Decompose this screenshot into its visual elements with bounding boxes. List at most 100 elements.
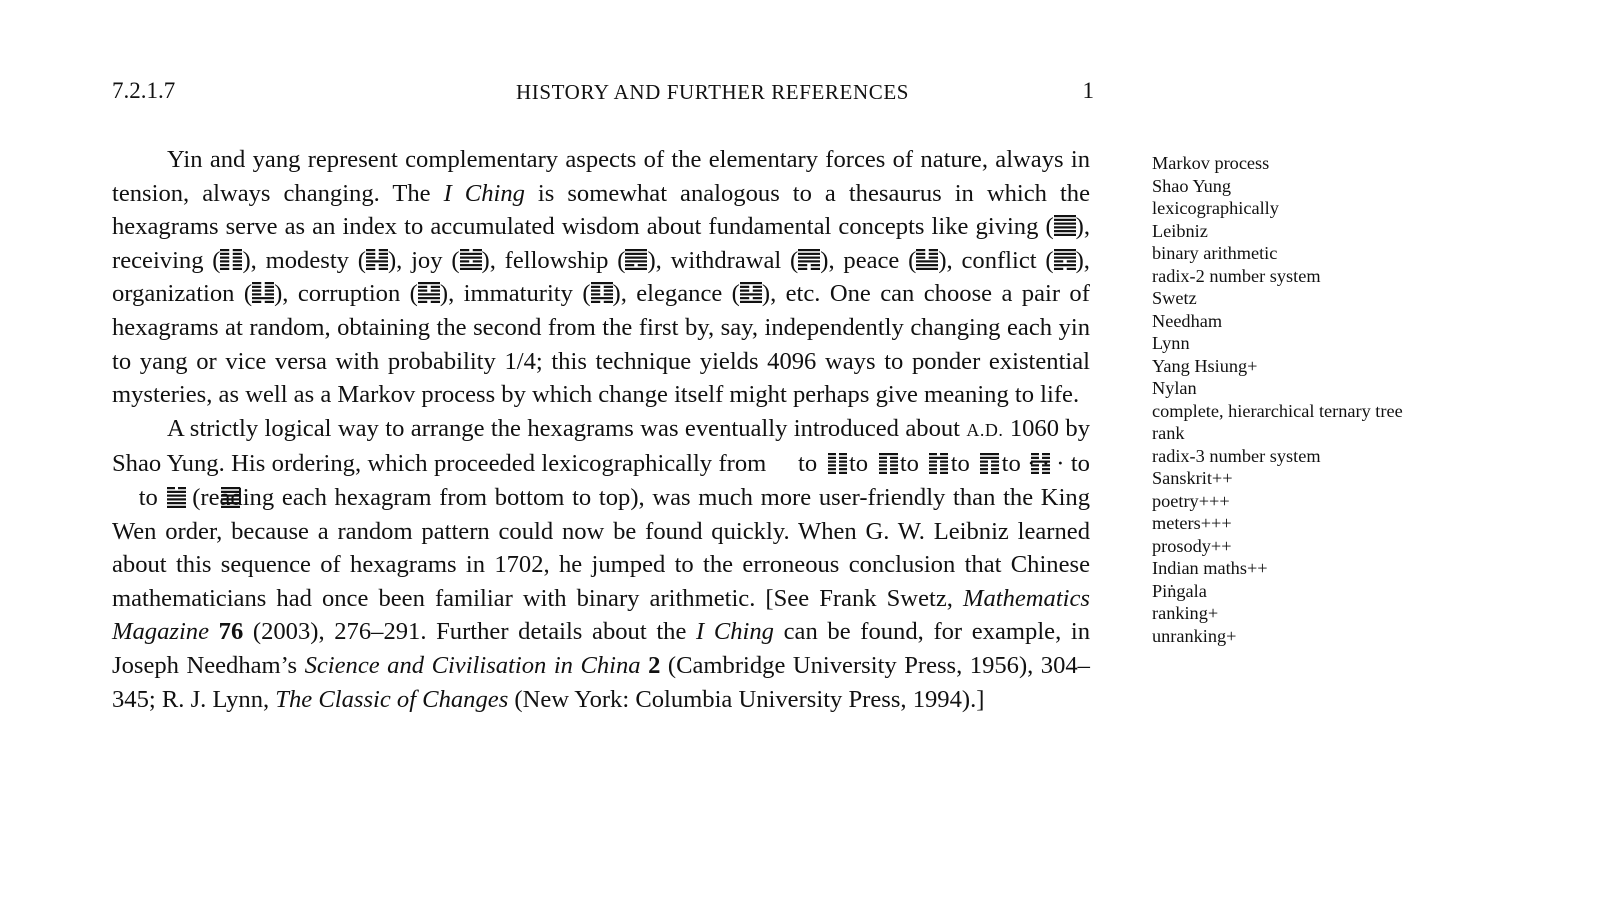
index-term: complete, hierarchical ternary tree — [1152, 400, 1403, 421]
yin-line-segment — [378, 248, 388, 251]
index-term: Yang Hsiung+ — [1152, 355, 1258, 376]
index-term: unranking+ — [1152, 625, 1237, 646]
hexagram-seq-item — [976, 450, 1051, 475]
section-number: 7.2.1.7 — [112, 78, 176, 103]
concept-label: peace ( — [843, 246, 917, 274]
yin-line-segment — [365, 263, 376, 267]
yin-line-segment — [430, 301, 440, 304]
yin-line-segment — [220, 252, 230, 255]
yin-line-segment — [264, 293, 275, 296]
yin-line-segment — [264, 289, 275, 293]
book-title-needham: Science and Civilisation in China — [304, 651, 641, 679]
to-word: to — [842, 450, 875, 478]
yin-line-segment — [929, 252, 939, 255]
index-term: Shao Yung — [1152, 175, 1232, 196]
yang-line — [916, 267, 939, 270]
yin-line-segment — [378, 256, 388, 259]
index-term: binary arithmetic — [1152, 243, 1278, 263]
yang-line — [590, 297, 613, 300]
yang-line — [459, 263, 482, 267]
concept-label: organization ( — [112, 280, 253, 308]
yang-line — [739, 301, 762, 304]
hexagram-peace — [916, 248, 939, 271]
hexagram-icon — [459, 248, 482, 270]
yin-line-segment — [811, 267, 821, 270]
hexagram-seq-item — [112, 484, 186, 508]
hexagram-icon — [365, 248, 388, 270]
hexagram-icon — [590, 282, 613, 304]
ellipsis: · · · — [1027, 450, 1065, 478]
journal-volume: 76 — [218, 618, 244, 646]
yin-line-segment — [378, 252, 388, 255]
hexagram-immaturity — [590, 282, 613, 304]
yang-line — [1053, 226, 1076, 229]
hexagram-elegance — [739, 282, 762, 304]
yin-line-segment — [365, 267, 376, 270]
to-word: to — [995, 450, 1028, 478]
hexagram-icon — [220, 248, 243, 270]
yin-line-segment — [365, 256, 376, 259]
text-run: (reading each hexagram from bottom to to… — [112, 483, 1090, 612]
text-run: A strictly logical way to arrange the he… — [167, 414, 967, 442]
yin-line-segment — [603, 301, 613, 304]
index-term: radix-2 number system — [1152, 265, 1321, 286]
index-term: Swetz — [1152, 288, 1197, 308]
yin-line-segment — [472, 260, 482, 263]
yang-line — [798, 248, 821, 251]
yang-line — [1053, 222, 1076, 225]
hexagram-icon — [798, 248, 821, 270]
punct: ), — [761, 280, 786, 308]
punct: ), — [1075, 213, 1090, 241]
paragraph-1: Yin and yang represent complementary asp… — [112, 143, 1090, 412]
era-abbrev: A.D. — [966, 419, 1004, 440]
concept-label: giving ( — [975, 213, 1054, 241]
hexagram-modesty — [365, 248, 388, 271]
yin-line-segment — [459, 248, 469, 251]
paragraph-2: A strictly logical way to arrange the he… — [112, 412, 1090, 716]
yin-line-segment — [929, 248, 939, 251]
index-term: ranking+ — [1152, 603, 1219, 623]
hexagram-withdrawal — [798, 248, 821, 271]
hexagram-icon — [916, 248, 939, 270]
punct: ), — [274, 280, 298, 308]
yang-line — [459, 252, 482, 255]
hexagram-icon — [739, 282, 762, 304]
hexagram-icon — [417, 282, 440, 304]
concept-label: conflict ( — [961, 246, 1054, 274]
hexagram-icon — [1053, 248, 1076, 270]
yang-line — [1053, 248, 1076, 251]
yin-line-segment — [430, 289, 440, 293]
yang-line — [798, 252, 821, 255]
yang-line — [459, 267, 482, 270]
yang-line — [459, 256, 482, 259]
index-term: Indian maths++ — [1152, 558, 1268, 578]
yang-line — [417, 282, 440, 285]
yin-line-segment — [625, 263, 635, 267]
index-term: Lynn — [1152, 333, 1190, 353]
yin-line-segment — [252, 282, 262, 285]
yang-line — [625, 252, 648, 255]
concept-label: elegance ( — [636, 280, 740, 308]
yin-line-segment — [220, 263, 230, 267]
hexagram-fellowship — [625, 248, 648, 271]
yang-line — [916, 260, 939, 263]
to-word: to — [791, 450, 824, 478]
yin-line-segment — [220, 267, 230, 270]
yin-line-segment — [798, 263, 808, 267]
punct: ), — [439, 280, 464, 308]
punct: ), — [242, 246, 266, 274]
yang-line — [167, 505, 186, 508]
yin-line-segment — [929, 256, 939, 259]
yin-line-segment — [220, 248, 230, 251]
yang-line — [590, 282, 613, 285]
yin-line-segment — [1053, 260, 1063, 263]
yin-line-segment — [220, 260, 230, 263]
yin-line-segment — [603, 293, 613, 296]
yin-line-segment — [590, 289, 600, 293]
yin-line-segment — [603, 289, 613, 293]
yin-line-segment — [378, 263, 388, 267]
index-term: Nylan — [1152, 378, 1197, 398]
to-word: to — [893, 450, 926, 478]
yang-line — [1053, 256, 1076, 259]
yang-line — [365, 260, 388, 263]
